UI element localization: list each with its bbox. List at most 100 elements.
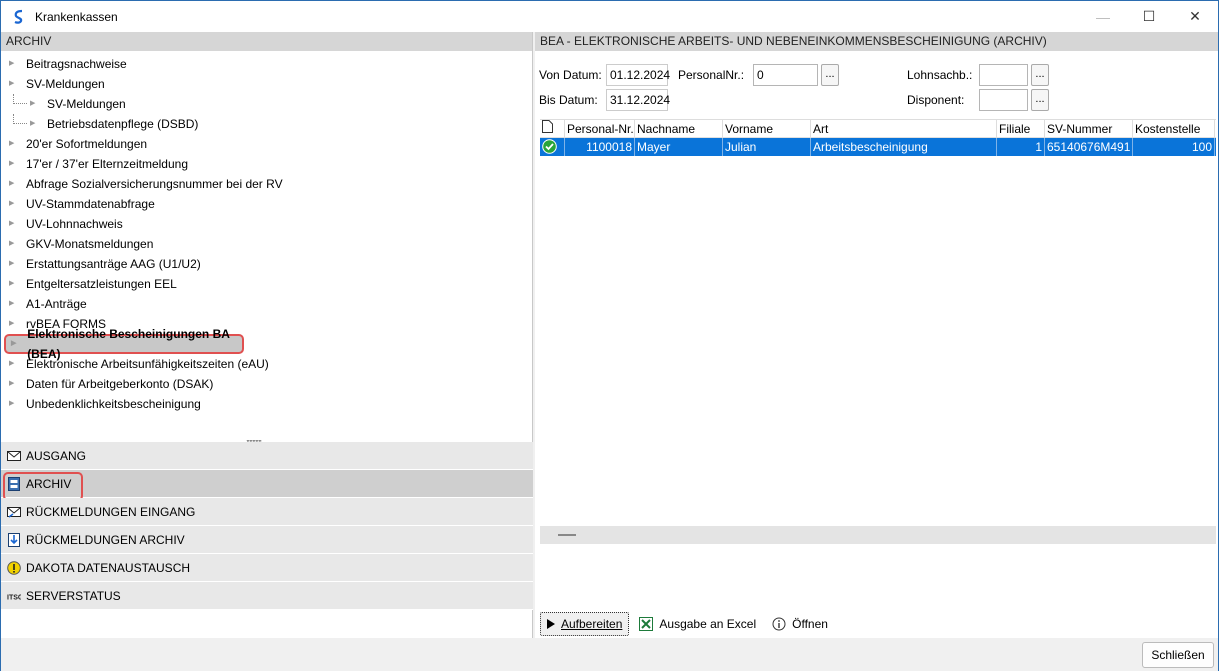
expand-arrow-icon[interactable]: ▶ bbox=[9, 54, 17, 74]
lohnsachb-lookup-button[interactable]: ... bbox=[1031, 64, 1049, 86]
personal-nr-lookup-button[interactable]: ... bbox=[821, 64, 839, 86]
column-header[interactable]: Vorname bbox=[723, 120, 811, 138]
document-column-icon[interactable] bbox=[540, 120, 565, 138]
tree-item-label: Erstattungsanträge AAG (U1/U2) bbox=[26, 257, 201, 271]
tree-item[interactable]: ▶ UV-Stammdatenabfrage bbox=[1, 194, 533, 214]
oeffnen-button[interactable]: Öffnen bbox=[766, 612, 834, 636]
disponent-field[interactable] bbox=[979, 89, 1028, 111]
tree-item[interactable]: ▶ GKV-Monatsmeldungen bbox=[1, 234, 533, 254]
action-bar: Aufbereiten Ausgabe an Excel Öffnen bbox=[540, 611, 1216, 637]
nav-item-archiv[interactable]: ARCHIV bbox=[1, 470, 533, 501]
expand-arrow-icon[interactable]: ▶ bbox=[9, 134, 17, 154]
tree-item[interactable]: ▶ Beitragsnachweise bbox=[1, 54, 533, 74]
tree-connector bbox=[13, 114, 27, 124]
tree-item-selected[interactable]: ▶ Elektronische Bescheinigungen BA (BEA) bbox=[4, 327, 244, 361]
excel-icon bbox=[639, 617, 654, 631]
tree-item[interactable]: ▶ Elektronische Arbeitsunfähigkeitszeiten… bbox=[1, 354, 533, 374]
tree-item[interactable]: ▶ A1-Anträge bbox=[1, 294, 533, 314]
tree-item[interactable]: ▶ 20'er Sofortmeldungen bbox=[1, 134, 533, 154]
disponent-label: Disponent: bbox=[907, 93, 965, 107]
lohnsachb-label: Lohnsachb.: bbox=[907, 68, 973, 82]
nav-item-dakota-datenaustausch[interactable]: DAKOTA DATENAUSTAUSCH bbox=[1, 554, 533, 582]
table-cell: 65140676M491 bbox=[1045, 138, 1133, 156]
table-cell: Arbeitsbescheinigung bbox=[811, 138, 997, 156]
tree-item-label: SV-Meldungen bbox=[47, 97, 126, 111]
expand-arrow-icon[interactable]: ▶ bbox=[9, 394, 17, 414]
minimize-button[interactable]: — bbox=[1080, 1, 1126, 32]
grid-header: Personal-Nr. Nachname Vorname Art Filiale SV-… bbox=[540, 120, 1216, 138]
tree-item-label: Entgeltersatzleistungen EEL bbox=[26, 277, 177, 291]
personal-nr-field[interactable]: 0 bbox=[753, 64, 818, 86]
lohnsachb-field[interactable] bbox=[979, 64, 1028, 86]
tree-item[interactable]: ▶ Unbedenklichkeitsbescheinigung bbox=[1, 394, 533, 414]
tree-item[interactable]: ▶ SV-Meldungen bbox=[1, 94, 533, 114]
tree-item[interactable]: ▶ SV-Meldungen bbox=[1, 74, 533, 94]
app-window: Krankenkassen — ☐ ✕ ARCHIV ▶ Beitragsnach… bbox=[0, 0, 1219, 671]
nav-item-rückmeldungen-eingang[interactable]: RÜCKMELDUNGEN EINGANG bbox=[1, 498, 533, 526]
info-icon bbox=[772, 617, 786, 631]
expand-arrow-icon[interactable]: ▶ bbox=[9, 194, 17, 214]
von-datum-label: Von Datum: bbox=[539, 68, 602, 82]
expand-arrow-icon[interactable]: ▶ bbox=[9, 214, 17, 234]
tree-item[interactable]: ▶ 17'er / 37'er Elternzeitmeldung bbox=[1, 154, 533, 174]
table-cell: 1 bbox=[997, 138, 1045, 156]
aufbereiten-label: Aufbereiten bbox=[561, 617, 623, 631]
column-header[interactable]: SV-Nummer bbox=[1045, 120, 1133, 138]
play-icon bbox=[547, 619, 555, 629]
expand-arrow-icon[interactable]: ▶ bbox=[9, 254, 17, 274]
nav-item-ausgang[interactable]: AUSGANG bbox=[1, 442, 533, 470]
expand-arrow-icon[interactable]: ▶ bbox=[9, 154, 17, 174]
active-highlight-outline bbox=[3, 472, 83, 501]
column-header[interactable]: Filiale bbox=[997, 120, 1045, 138]
nav-item-rückmeldungen-archiv[interactable]: RÜCKMELDUNGEN ARCHIV bbox=[1, 526, 533, 554]
disponent-lookup-button[interactable]: ... bbox=[1031, 89, 1049, 111]
collapse-handle-icon[interactable] bbox=[558, 534, 576, 536]
expand-arrow-icon[interactable]: ▶ bbox=[9, 234, 17, 254]
von-datum-field[interactable]: 01.12.2024 bbox=[606, 64, 670, 86]
expand-arrow-icon[interactable]: ▶ bbox=[9, 74, 17, 94]
tree-item-label: SV-Meldungen bbox=[26, 77, 105, 91]
tree-item-label: Betriebsdatenpflege (DSBD) bbox=[47, 117, 199, 131]
expand-arrow-icon[interactable]: ▶ bbox=[30, 114, 38, 134]
tree-item[interactable]: ▶ Entgeltersatzleistungen EEL bbox=[1, 274, 533, 294]
close-window-button[interactable]: ✕ bbox=[1172, 1, 1218, 32]
excel-export-label: Ausgabe an Excel bbox=[659, 617, 757, 631]
nav-item-serverstatus[interactable]: ITSG SERVERSTATUS bbox=[1, 582, 533, 610]
expand-arrow-icon[interactable]: ▶ bbox=[9, 314, 17, 334]
bis-datum-label: Bis Datum: bbox=[539, 93, 598, 107]
status-ok-icon bbox=[540, 138, 565, 156]
oeffnen-label: Öffnen bbox=[792, 617, 828, 631]
aufbereiten-button[interactable]: Aufbereiten bbox=[540, 612, 630, 636]
tree-item[interactable]: ▶ Betriebsdatenpflege (DSBD) bbox=[1, 114, 533, 134]
tree-item[interactable]: ▶ Abfrage Sozialversicherungsnummer bei d… bbox=[1, 174, 533, 194]
archive-tree: ▶ Beitragsnachweise ▶ SV-Meldungen ▶ SV-Meldu… bbox=[1, 54, 533, 414]
expand-arrow-icon[interactable]: ▶ bbox=[9, 274, 17, 294]
excel-export-button[interactable]: Ausgabe an Excel bbox=[633, 612, 762, 636]
table-row[interactable]: 1100018 Mayer Julian Arbeitsbescheinigung 1 6… bbox=[540, 138, 1216, 156]
column-header[interactable]: Personal-Nr. bbox=[565, 120, 635, 138]
column-header[interactable]: Kostenstelle bbox=[1133, 120, 1215, 138]
tree-item-label: Abfrage Sozialversicherungsnummer bei de… bbox=[26, 177, 283, 191]
expand-arrow-icon[interactable]: ▶ bbox=[9, 374, 17, 394]
tree-item[interactable]: ▶ Daten für Arbeitgeberkonto (DSAK) bbox=[1, 374, 533, 394]
expand-arrow-icon[interactable]: ▶ bbox=[30, 94, 38, 114]
bottom-bar: Schließen bbox=[1, 639, 1218, 671]
expand-arrow-icon[interactable]: ▶ bbox=[9, 294, 17, 314]
tree-item[interactable]: ▶ Erstattungsanträge AAG (U1/U2) bbox=[1, 254, 533, 274]
column-header[interactable]: Nachname bbox=[635, 120, 723, 138]
schliessen-button[interactable]: Schließen bbox=[1142, 642, 1214, 668]
expand-arrow-icon[interactable]: ▶ bbox=[9, 174, 17, 194]
bis-datum-field[interactable]: 31.12.2024 bbox=[606, 89, 670, 111]
app-logo-icon bbox=[14, 9, 23, 24]
left-panel: ARCHIV ▶ Beitragsnachweise ▶ SV-Meldungen ▶ S… bbox=[1, 32, 533, 638]
table-cell: 1100018 bbox=[565, 138, 635, 156]
expand-arrow-icon[interactable]: ▶ bbox=[9, 354, 17, 374]
maximize-button[interactable]: ☐ bbox=[1126, 1, 1172, 32]
tree-item[interactable]: ▶ UV-Lohnnachweis bbox=[1, 214, 533, 234]
tree-item-label: UV-Lohnnachweis bbox=[26, 217, 123, 231]
expand-arrow-icon[interactable]: ▶ bbox=[11, 334, 18, 354]
svg-text:ITSG: ITSG bbox=[7, 594, 21, 601]
tree-item-label: 17'er / 37'er Elternzeitmeldung bbox=[26, 157, 189, 171]
tree-item-label: 20'er Sofortmeldungen bbox=[26, 137, 148, 151]
column-header[interactable]: Art bbox=[811, 120, 997, 138]
